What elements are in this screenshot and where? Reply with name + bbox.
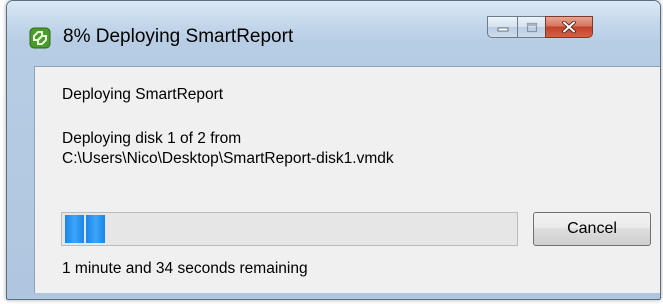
vsphere-app-icon — [29, 27, 51, 49]
dialog-body: Deploying SmartReport Deploying disk 1 o… — [34, 66, 660, 293]
close-icon — [562, 21, 576, 33]
dialog-heading: Deploying SmartReport — [62, 86, 224, 103]
disk-progress-text: Deploying disk 1 of 2 from — [62, 130, 242, 147]
minimize-icon — [497, 27, 508, 32]
title-bar[interactable]: 8% Deploying SmartReport — [7, 1, 660, 49]
time-remaining-text: 1 minute and 34 seconds remaining — [62, 260, 308, 277]
maximize-icon — [526, 22, 537, 32]
progress-segment — [65, 215, 84, 243]
deploy-dialog-window: 8% Deploying SmartReport Deploying Smart… — [6, 0, 661, 300]
window-title: 8% Deploying SmartReport — [63, 26, 294, 47]
cancel-button[interactable]: Cancel — [533, 212, 651, 246]
source-file-path: C:\Users\Nico\Desktop\SmartReport-disk1.… — [62, 150, 394, 167]
minimize-button[interactable] — [487, 16, 517, 38]
close-button[interactable] — [545, 16, 593, 38]
maximize-button[interactable] — [517, 16, 545, 38]
deploy-progress-bar — [61, 212, 518, 246]
progress-segment — [86, 215, 105, 243]
